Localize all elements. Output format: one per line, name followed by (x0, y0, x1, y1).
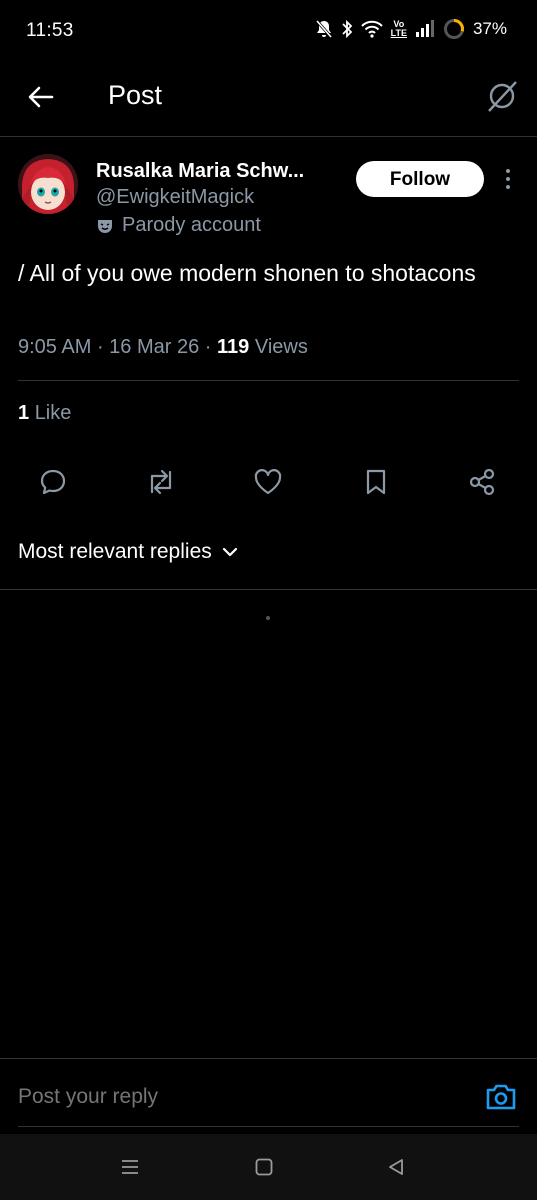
post-meta: 9:05 AM · 16 Mar 26 · 119 Views (18, 336, 308, 358)
home-button[interactable] (234, 1134, 294, 1200)
mute-icon (315, 20, 332, 38)
share-button[interactable] (460, 460, 504, 504)
more-vertical-icon[interactable] (500, 166, 516, 192)
chevron-down-icon (222, 547, 237, 557)
action-bar (0, 460, 537, 504)
signal-icon (415, 20, 434, 37)
avatar-illustration (18, 154, 78, 214)
divider (18, 1126, 519, 1127)
replies-sort-dropdown[interactable]: Most relevant replies (18, 540, 238, 564)
home-square-icon (255, 1158, 273, 1176)
reply-button[interactable] (31, 460, 75, 504)
reply-icon (40, 469, 66, 495)
back-triangle-icon (389, 1159, 403, 1175)
volte-icon: Vo LTE (390, 19, 407, 38)
menu-lines-icon (122, 1160, 138, 1174)
wifi-icon (360, 20, 383, 38)
likes-label: Like (34, 402, 72, 424)
system-nav-bar (0, 1134, 537, 1200)
bluetooth-icon (341, 19, 352, 39)
battery-percent: 37% (472, 19, 507, 38)
status-time: 11:53 (26, 20, 74, 41)
status-bar: 11:53 Vo LTE 37% (0, 0, 537, 62)
repost-button[interactable] (139, 460, 183, 504)
arrow-left-icon[interactable] (26, 82, 56, 112)
parody-label: Parody account (122, 214, 261, 236)
parody-mask-icon (98, 219, 112, 233)
back-button[interactable] (366, 1134, 426, 1200)
views-label: Views (254, 336, 308, 358)
recents-button[interactable] (100, 1134, 160, 1200)
grok-icon[interactable] (484, 78, 520, 114)
reply-input[interactable] (18, 1085, 438, 1109)
divider (18, 380, 519, 381)
top-bar: Post (0, 62, 537, 137)
loading-indicator (266, 616, 270, 620)
like-button[interactable] (246, 460, 290, 504)
status-icons: Vo LTE 37% (315, 18, 507, 40)
bookmark-button[interactable] (354, 460, 398, 504)
share-icon (469, 468, 495, 496)
like-icon (254, 469, 282, 495)
avatar[interactable] (18, 154, 78, 214)
follow-button[interactable]: Follow (356, 161, 484, 197)
likes-count: 1 (18, 402, 30, 424)
divider (0, 589, 537, 590)
bookmark-icon (366, 469, 386, 495)
post-time: 9:05 AM (18, 336, 92, 358)
parody-badge: Parody account (96, 214, 261, 237)
author-handle[interactable]: @EwigkeitMagick (96, 186, 254, 209)
camera-icon[interactable] (484, 1080, 518, 1114)
battery-ring-icon (443, 19, 464, 39)
post-text: / All of you owe modern shonen to shotac… (18, 260, 476, 286)
likes-summary[interactable]: 1 Like (18, 402, 71, 425)
page-title: Post (108, 80, 163, 110)
author-display-name[interactable]: Rusalka Maria Schw... (96, 160, 304, 183)
repost-icon (150, 469, 172, 495)
replies-sort-label: Most relevant replies (18, 540, 212, 563)
views-count: 119 (217, 336, 250, 358)
post-date: 16 Mar 26 (109, 336, 200, 358)
